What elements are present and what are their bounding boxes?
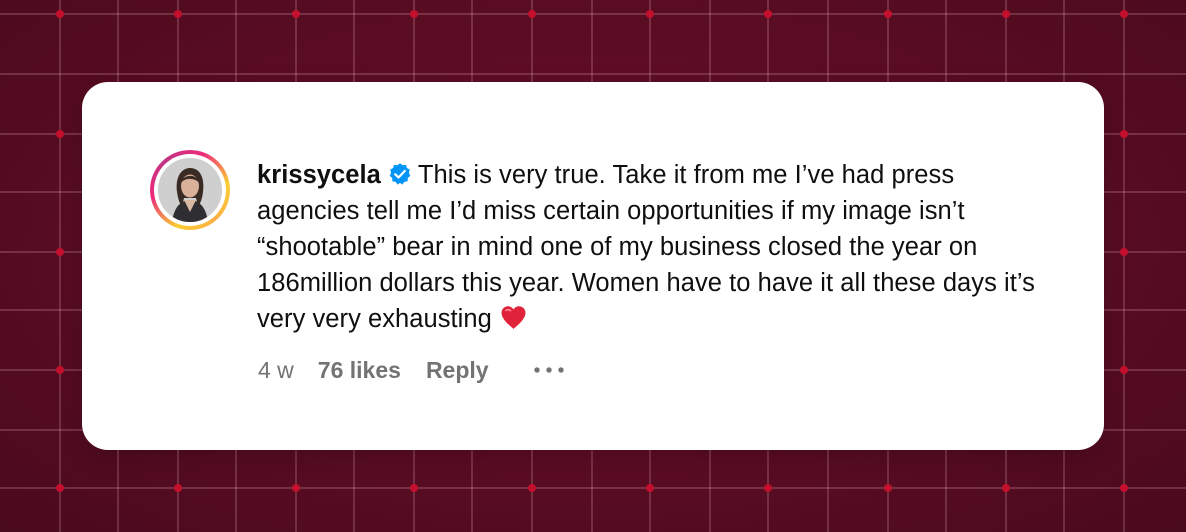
grid-dot bbox=[1120, 484, 1128, 492]
avatar-story-ring[interactable] bbox=[150, 150, 230, 230]
ellipsis-icon[interactable] bbox=[533, 366, 565, 374]
grid-dot bbox=[174, 484, 182, 492]
reply-button[interactable]: Reply bbox=[426, 357, 489, 384]
comment-body: krissycela This is very true. Take it fro… bbox=[257, 157, 1057, 337]
likes-count[interactable]: 76 likes bbox=[318, 357, 401, 384]
grid-dot bbox=[528, 10, 536, 18]
comment-timestamp[interactable]: 4 w bbox=[258, 357, 294, 384]
grid-dot bbox=[1002, 484, 1010, 492]
grid-dot bbox=[292, 484, 300, 492]
comment-meta: 4 w 76 likes Reply bbox=[258, 355, 565, 385]
grid-dot bbox=[646, 10, 654, 18]
comment-username[interactable]: krissycela bbox=[257, 161, 381, 189]
grid-dot bbox=[410, 484, 418, 492]
grid-dot bbox=[56, 366, 64, 374]
grid-dot bbox=[56, 248, 64, 256]
grid-dot bbox=[1120, 366, 1128, 374]
grid-dot bbox=[1120, 130, 1128, 138]
grid-dot bbox=[56, 130, 64, 138]
grid-dot bbox=[528, 484, 536, 492]
grid-dot bbox=[174, 10, 182, 18]
grid-dot bbox=[292, 10, 300, 18]
grid-dot bbox=[56, 484, 64, 492]
red-heart-icon bbox=[500, 304, 527, 329]
grid-dot bbox=[1002, 10, 1010, 18]
verified-badge-icon bbox=[388, 160, 412, 185]
avatar[interactable] bbox=[158, 158, 222, 222]
grid-dot bbox=[1120, 248, 1128, 256]
grid-dot bbox=[884, 10, 892, 18]
grid-dot bbox=[646, 484, 654, 492]
grid-dot bbox=[410, 10, 418, 18]
grid-dot bbox=[764, 484, 772, 492]
grid-dot bbox=[56, 10, 64, 18]
grid-dot bbox=[764, 10, 772, 18]
grid-dot bbox=[884, 484, 892, 492]
avatar-photo bbox=[158, 158, 222, 222]
grid-dot bbox=[1120, 10, 1128, 18]
